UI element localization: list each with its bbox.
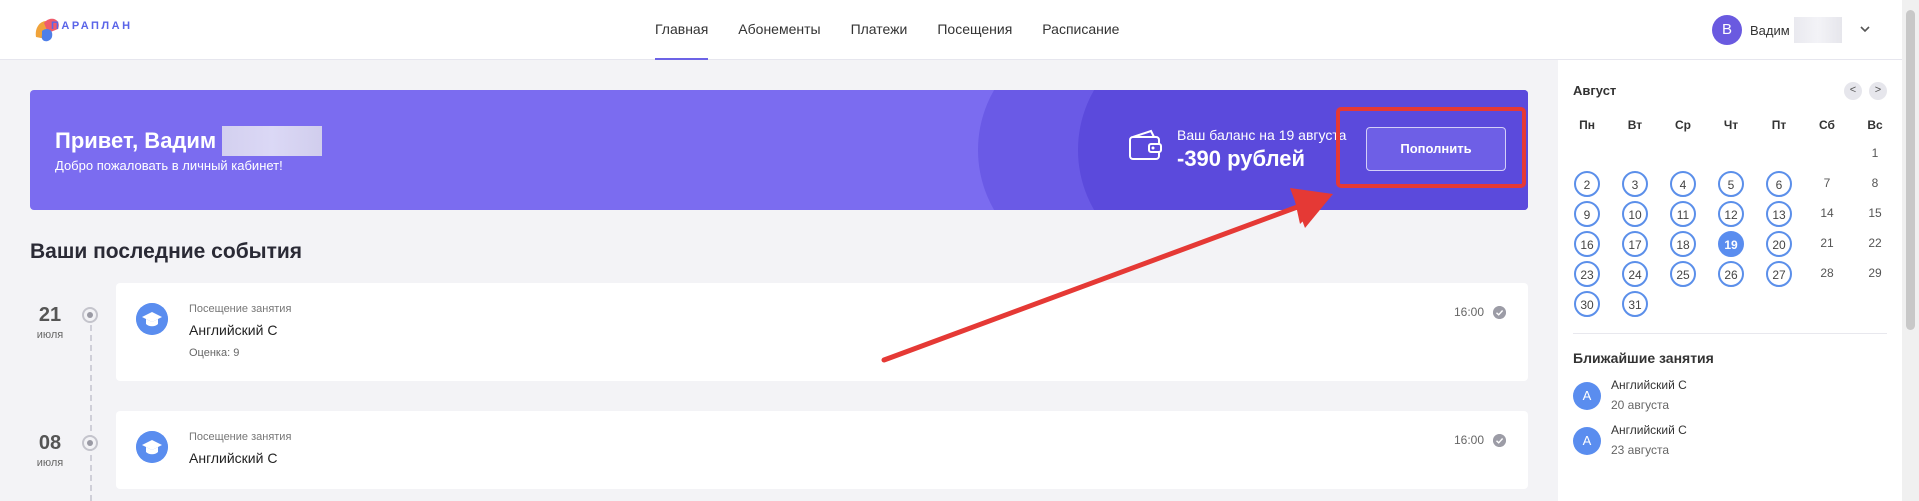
timeline-dot: [82, 307, 98, 323]
upcoming-avatar: А: [1573, 382, 1601, 410]
calendar-day[interactable]: 15: [1862, 201, 1888, 227]
calendar-day[interactable]: 23: [1574, 261, 1600, 287]
event-time: 16:00: [1453, 433, 1484, 447]
calendar-month: Август: [1573, 83, 1617, 98]
calendar-day[interactable]: 6: [1766, 171, 1792, 197]
event-type: Посещение занятия: [189, 431, 292, 443]
calendar-day[interactable]: 5: [1718, 171, 1744, 197]
topup-button[interactable]: Пополнить: [1366, 127, 1506, 171]
calendar-day[interactable]: 12: [1718, 201, 1744, 227]
calendar-day[interactable]: 18: [1670, 231, 1696, 257]
user-avatar[interactable]: В: [1712, 15, 1742, 45]
calendar-day[interactable]: 24: [1622, 261, 1648, 287]
calendar-next-button[interactable]: >: [1869, 82, 1887, 100]
main-nav: Главная Абонементы Платежи Посещения Рас…: [640, 0, 1134, 60]
user-name: Вадим: [1750, 22, 1790, 38]
calendar-weekday: Вс: [1867, 118, 1883, 132]
calendar-day[interactable]: 17: [1622, 231, 1648, 257]
calendar-day[interactable]: 2: [1574, 171, 1600, 197]
nav-schedule[interactable]: Расписание: [1027, 0, 1134, 60]
logo-text: ПАРАПЛАН: [51, 20, 133, 32]
event-type: Посещение занятия: [189, 303, 292, 315]
event-card[interactable]: Посещение занятия Английский С Оценка: 9…: [116, 283, 1528, 381]
event-card[interactable]: Посещение занятия Английский С 16:00: [116, 411, 1528, 489]
graduation-cap-icon: [136, 431, 168, 463]
greeting: Привет, Вадим: [55, 126, 323, 156]
calendar-day[interactable]: 11: [1670, 201, 1696, 227]
calendar-day[interactable]: 14: [1814, 201, 1840, 227]
greeting-text: Привет, Вадим: [55, 128, 217, 153]
top-header: ПАРАПЛАН Главная Абонементы Платежи Посе…: [0, 0, 1902, 60]
nav-payments[interactable]: Платежи: [836, 0, 923, 60]
event-month: июля: [36, 457, 64, 469]
calendar-day[interactable]: 29: [1862, 261, 1888, 287]
calendar-day[interactable]: 9: [1574, 201, 1600, 227]
upcoming-name[interactable]: Английский С: [1611, 378, 1687, 392]
calendar-weekday: Пн: [1579, 118, 1595, 132]
wallet-icon: [1129, 129, 1162, 160]
balance-label: Ваш баланс на 19 августа: [1177, 127, 1347, 143]
scrollbar-thumb[interactable]: [1906, 10, 1915, 330]
calendar-day[interactable]: 31: [1622, 291, 1648, 317]
timeline-dot: [82, 435, 98, 451]
calendar-day[interactable]: 4: [1670, 171, 1696, 197]
calendar-day-today[interactable]: 19: [1718, 231, 1744, 257]
upcoming-date: 20 августа: [1611, 398, 1670, 412]
upcoming-name[interactable]: Английский С: [1611, 423, 1687, 437]
blurred-surname: [222, 126, 323, 156]
chevron-down-icon[interactable]: [1858, 22, 1872, 36]
calendar-day[interactable]: 10: [1622, 201, 1648, 227]
blurred-surname: [1793, 17, 1842, 43]
calendar-prev-button[interactable]: <: [1844, 82, 1862, 100]
nav-home[interactable]: Главная: [640, 0, 723, 60]
timeline-line: [90, 315, 92, 501]
graduation-cap-icon: [136, 303, 168, 335]
event-day: 21: [38, 304, 62, 326]
check-icon: [1493, 434, 1506, 447]
user-menu[interactable]: В Вадим: [1712, 15, 1842, 45]
upcoming-title: Ближайшие занятия: [1573, 350, 1714, 366]
calendar-day[interactable]: 8: [1862, 171, 1888, 197]
calendar-day[interactable]: 22: [1862, 231, 1888, 257]
event-day: 08: [38, 432, 62, 454]
event-name: Английский С: [189, 450, 278, 466]
calendar-weekday: Ср: [1675, 118, 1691, 132]
calendar-weekday: Сб: [1819, 118, 1835, 132]
calendar-day[interactable]: 7: [1814, 171, 1840, 197]
calendar-day[interactable]: 20: [1766, 231, 1792, 257]
calendar-day[interactable]: 3: [1622, 171, 1648, 197]
calendar-weekday: Вт: [1627, 118, 1643, 132]
calendar-day[interactable]: 28: [1814, 261, 1840, 287]
calendar-day[interactable]: 26: [1718, 261, 1744, 287]
nav-subscriptions[interactable]: Абонементы: [723, 0, 835, 60]
balance-value: -390 рублей: [1177, 146, 1306, 171]
event-time: 16:00: [1453, 305, 1484, 319]
calendar-day[interactable]: 30: [1574, 291, 1600, 317]
events-title: Ваши последние события: [30, 240, 303, 263]
event-name: Английский С: [189, 322, 278, 338]
calendar-day[interactable]: 25: [1670, 261, 1696, 287]
welcome-text: Добро пожаловать в личный кабинет!: [55, 158, 283, 173]
upcoming-avatar: А: [1573, 427, 1601, 455]
divider: [1573, 333, 1887, 334]
welcome-banner: Привет, Вадим Добро пожаловать в личный …: [30, 90, 1528, 210]
nav-attendance[interactable]: Посещения: [922, 0, 1027, 60]
calendar-day[interactable]: 1: [1862, 141, 1888, 167]
calendar-weekday: Пт: [1771, 118, 1787, 132]
upcoming-date: 23 августа: [1611, 443, 1670, 457]
calendar-day[interactable]: 21: [1814, 231, 1840, 257]
event-month: июля: [36, 329, 64, 341]
calendar-day[interactable]: 16: [1574, 231, 1600, 257]
calendar-weekday: Чт: [1723, 118, 1739, 132]
check-icon: [1493, 306, 1506, 319]
event-grade: Оценка: 9: [189, 347, 240, 359]
calendar-day[interactable]: 13: [1766, 201, 1792, 227]
calendar-day[interactable]: 27: [1766, 261, 1792, 287]
